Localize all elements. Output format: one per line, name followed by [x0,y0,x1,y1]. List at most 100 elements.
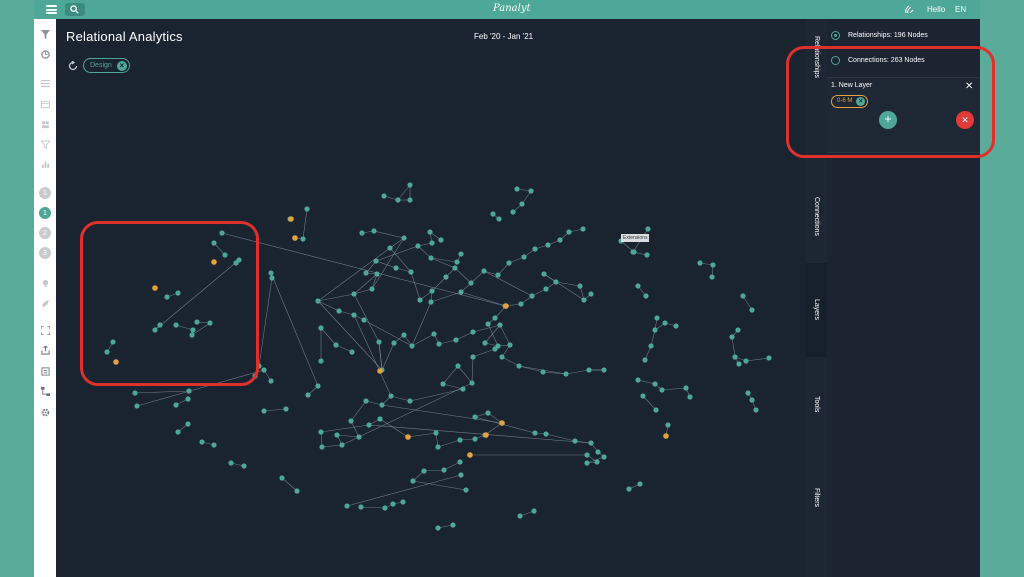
option-relationships[interactable]: Relationships: 196 Nodes [831,29,928,41]
tab-connections[interactable]: Connections [806,169,827,263]
graph-node[interactable] [427,229,433,235]
graph-node[interactable] [344,503,350,509]
graph-node[interactable] [654,315,660,321]
graph-node[interactable] [359,230,365,236]
export-icon[interactable] [40,345,50,355]
graph-node[interactable] [766,355,772,361]
graph-node[interactable] [468,280,474,286]
graph-node[interactable] [408,269,414,275]
graph-node[interactable] [376,339,382,345]
graph-node[interactable] [438,237,444,243]
graph-node[interactable] [532,430,538,436]
graph-node[interactable] [586,367,592,373]
graph-node[interactable] [305,392,311,398]
graph-node[interactable] [319,444,325,450]
graph-node[interactable] [662,320,668,326]
graph-node[interactable] [269,275,275,281]
graph-node[interactable] [745,390,751,396]
graph-node-highlighted[interactable] [483,432,489,438]
graph-node[interactable] [594,459,600,465]
funnel-icon[interactable] [40,139,50,149]
graph-node[interactable] [577,283,583,289]
graph-node[interactable] [482,340,488,346]
graph-node[interactable] [279,475,285,481]
graph-node-highlighted[interactable] [377,368,383,374]
graph-node[interactable] [334,432,340,438]
graph-node[interactable] [417,297,423,303]
graph-node[interactable] [429,288,435,294]
step-2[interactable]: 2 [39,227,51,239]
graph-node-highlighted[interactable] [292,235,298,241]
graph-node[interactable] [643,293,649,299]
graph-node[interactable] [377,416,383,422]
graph-node[interactable] [186,388,192,394]
graph-node[interactable] [729,334,735,340]
graph-node[interactable] [581,297,587,303]
graph-node[interactable] [440,381,446,387]
graph-node[interactable] [749,397,755,403]
graph-node[interactable] [545,242,551,248]
graph-node[interactable] [300,236,306,242]
graph-node[interactable] [452,265,458,271]
graph-node[interactable] [387,245,393,251]
graph-node[interactable] [687,394,693,400]
graph-node[interactable] [528,188,534,194]
graph-node[interactable] [697,260,703,266]
graph-node[interactable] [492,315,498,321]
graph-node[interactable] [361,317,367,323]
tab-layers[interactable]: Layers [806,263,827,357]
graph-node-highlighted[interactable] [499,420,505,426]
graph-node[interactable] [421,468,427,474]
graph-node[interactable] [749,307,755,313]
graph-node[interactable] [363,270,369,276]
graph-node[interactable] [228,460,234,466]
graph-node[interactable] [407,398,413,404]
graph-node[interactable] [349,349,355,355]
bulb-icon[interactable] [40,278,50,288]
graph-node[interactable] [379,402,385,408]
step-1[interactable]: 1 [39,207,51,219]
chart-icon[interactable] [40,159,50,169]
expand-icon[interactable] [40,325,50,335]
graph-node[interactable] [645,226,651,232]
graph-node[interactable] [499,354,505,360]
graph-node[interactable] [510,209,516,215]
graph-node[interactable] [433,430,439,436]
graph-node[interactable] [540,369,546,375]
graph-node[interactable] [351,291,357,297]
graph-node[interactable] [497,322,503,328]
graph-node[interactable] [348,418,354,424]
user-greeting[interactable]: Hello [927,5,945,14]
date-range[interactable]: Feb '20 - Jan '21 [474,32,533,41]
graph-node[interactable] [391,340,397,346]
graph-node[interactable] [743,358,749,364]
graph-node[interactable] [407,182,413,188]
graph-node[interactable] [635,377,641,383]
refresh-icon[interactable] [68,61,78,71]
graph-node[interactable] [339,442,345,448]
graph-node[interactable] [648,343,654,349]
graph-node[interactable] [518,301,524,307]
search-button[interactable] [65,3,85,16]
graph-node-highlighted[interactable] [663,433,669,439]
step-3[interactable]: 3 [39,247,51,259]
graph-node[interactable] [401,235,407,241]
graph-node[interactable] [458,472,464,478]
graph-node[interactable] [409,343,415,349]
table-icon[interactable] [40,99,50,109]
graph-node[interactable] [652,327,658,333]
graph-node[interactable] [519,201,525,207]
graph-node[interactable] [470,354,476,360]
graph-node[interactable] [588,440,594,446]
graph-node[interactable] [472,414,478,420]
graph-node[interactable] [553,279,559,285]
graph-node[interactable] [557,237,563,243]
graph-node[interactable] [644,252,650,258]
graph-node[interactable] [318,325,324,331]
graph-node[interactable] [315,383,321,389]
graph-node[interactable] [185,421,191,427]
graph-node[interactable] [134,403,140,409]
graph-node[interactable] [453,337,459,343]
menu-icon[interactable] [46,5,57,14]
graph-node[interactable] [631,249,637,255]
